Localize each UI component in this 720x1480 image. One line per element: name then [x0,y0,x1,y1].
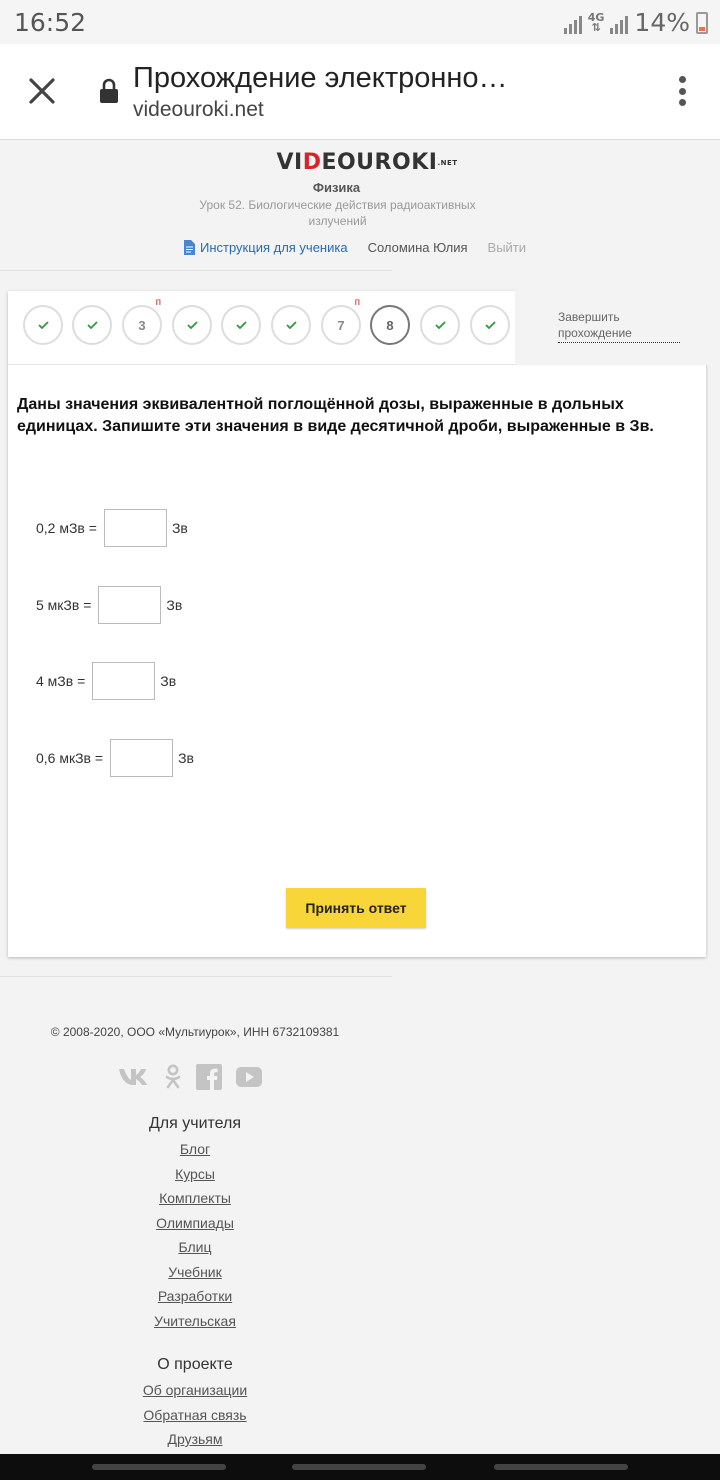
close-icon[interactable] [28,77,56,105]
answer-unit: Зв [160,673,177,689]
recent-apps-button[interactable] [92,1464,226,1470]
footer-link[interactable]: Об организации [0,1382,390,1398]
check-icon [37,321,49,329]
check-icon [235,321,247,329]
answer-unit: Зв [171,520,188,536]
answer-label: 4 мЗв = [36,673,86,689]
lock-icon [100,78,118,103]
footer-link[interactable]: Учительская [0,1313,390,1329]
footer-link[interactable]: Учебник [0,1264,390,1280]
subject-title: Физика [312,180,361,195]
submit-answer-button[interactable]: Принять ответ [286,888,426,928]
answer-input[interactable] [103,509,167,547]
answer-label: 0,2 мЗв = [36,520,97,536]
answer-input[interactable] [92,662,156,700]
logout-link[interactable]: Выйти [488,240,527,255]
check-icon [86,321,98,329]
question-nav-item[interactable] [420,305,460,345]
footer-link[interactable]: Обратная связь [0,1407,390,1423]
odnoklassniki-icon[interactable] [164,1064,182,1090]
footer-link[interactable]: Блог [0,1141,390,1157]
check-icon [186,321,198,329]
check-icon [484,321,496,329]
vk-icon[interactable] [118,1066,150,1088]
user-bar: Инструкция для ученика Соломина Юлия Вый… [184,240,526,255]
lesson-title: Урок 52. Биологические действия радиоакт… [199,198,476,228]
divider [0,976,392,977]
question-nav-item[interactable]: 3 п [122,297,162,345]
back-button[interactable] [494,1464,628,1470]
page-title[interactable]: Прохождение электронно… [133,62,553,95]
social-links [118,1064,262,1090]
system-navigation-bar [0,1454,720,1480]
instruction-link[interactable]: Инструкция для ученика [200,240,348,255]
footer-link[interactable]: Комплекты [0,1190,390,1206]
skipped-badge: п [155,297,161,308]
footer-link[interactable]: Разработки [0,1288,390,1304]
check-icon [285,321,297,329]
answer-row: 4 мЗв = Зв [36,662,176,700]
question-nav-item[interactable] [23,305,63,345]
question-card: 3 п 7 п 8 Завершить прохождение Даны зна… [8,287,714,957]
footer-link[interactable]: Друзьям [0,1431,390,1447]
question-number: 7 [337,317,345,333]
network-type-icon: 4G ⇅ [587,10,605,34]
status-bar: 16:52 4G ⇅ 14% [0,0,720,44]
question-number: 3 [138,317,146,333]
youtube-icon[interactable] [236,1067,262,1087]
page-url[interactable]: videouroki.net [133,98,264,122]
answer-unit: Зв [178,750,194,766]
answer-label: 5 мкЗв = [36,597,92,613]
answer-label: 0,6 мкЗв = [36,750,104,766]
question-number: 8 [386,317,394,333]
question-text: Даны значения эквивалентной поглощённой … [17,396,654,435]
site-logo[interactable]: VIDEOUROKI.NET [0,150,720,175]
footer-link[interactable]: Курсы [0,1166,390,1182]
finish-panel: Завершить прохождение [515,287,714,365]
battery-percent: 14% [634,8,690,37]
facebook-icon[interactable] [196,1064,222,1090]
question-nav-item[interactable]: 7 п [321,297,361,345]
browser-toolbar: Прохождение электронно… videouroki.net [0,44,720,140]
check-icon [434,321,446,329]
signal-icon-2 [610,12,629,34]
finish-attempt-link[interactable]: Завершить прохождение [558,309,680,343]
question-nav-item[interactable] [470,305,510,345]
answer-input[interactable] [110,739,174,777]
site-header: VIDEOUROKI.NET Физика Урок 52. Биологиче… [0,141,720,271]
divider [0,270,392,271]
question-nav-item[interactable] [172,305,212,345]
user-name: Соломина Юлия [367,240,468,255]
answer-input[interactable] [98,586,162,624]
signal-icon [563,12,582,34]
battery-icon [696,11,708,34]
answer-unit: Зв [166,597,183,613]
answer-row: 0,6 мкЗв = Зв [36,739,194,777]
copyright: © 2008-2020, ООО «Мультиурок», ИНН 67321… [50,1025,340,1039]
footer-heading-teacher: Для учителя [148,1115,242,1132]
question-nav-item[interactable] [221,305,261,345]
question-nav-item[interactable] [72,305,112,345]
answer-row: 0,2 мЗв = Зв [36,509,188,547]
answer-row: 5 мкЗв = Зв [36,586,182,624]
question-nav-item-current[interactable]: 8 [370,305,410,345]
more-menu-icon[interactable] [678,76,686,106]
question-nav-item[interactable] [271,305,311,345]
question-nav: 3 п 7 п 8 [8,291,515,365]
skipped-badge: п [354,297,360,308]
home-button[interactable] [292,1464,426,1470]
footer-heading-project: О проекте [157,1356,233,1373]
footer-link[interactable]: Олимпиады [0,1215,390,1231]
document-icon [184,240,195,255]
status-icons: 4G ⇅ 14% [563,8,708,37]
status-time: 16:52 [14,8,87,37]
footer-link[interactable]: Блиц [0,1239,390,1255]
